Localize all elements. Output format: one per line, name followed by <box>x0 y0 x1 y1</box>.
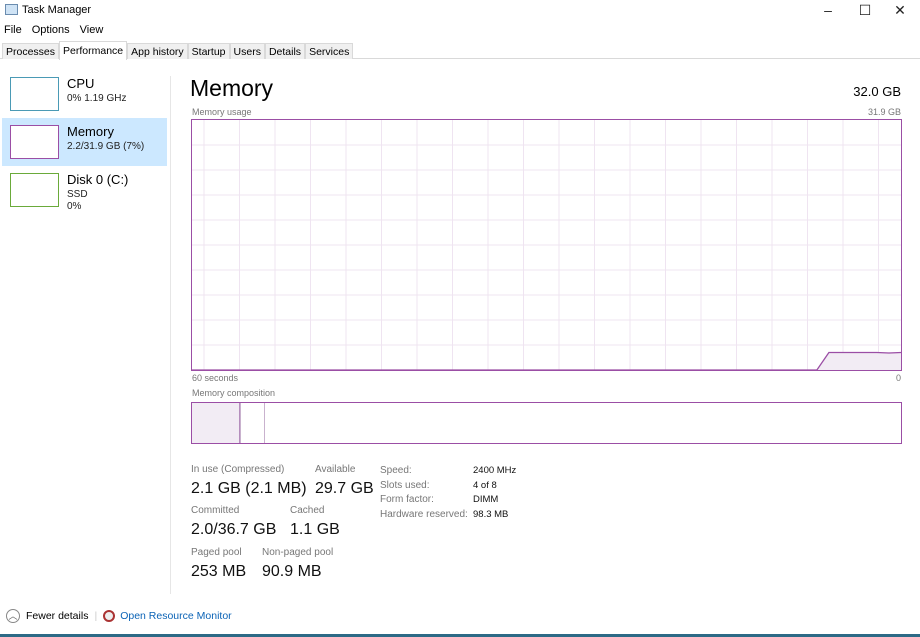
menu-view[interactable]: View <box>80 24 104 36</box>
minimize-button[interactable]: – <box>808 0 848 20</box>
separator: | <box>94 610 98 622</box>
in-use-value: 2.1 GB (2.1 MB) <box>191 480 307 497</box>
nonpaged-pool-value: 90.9 MB <box>262 563 322 580</box>
detail-value: DIMM <box>473 494 499 505</box>
tab-startup[interactable]: Startup <box>187 43 230 59</box>
sidebar-item-label: CPU <box>67 76 95 91</box>
usage-line <box>192 351 901 370</box>
usage-label: Memory usage <box>192 107 252 117</box>
time-right-label: 0 <box>895 373 901 383</box>
detail-key: Hardware reserved: <box>380 508 468 520</box>
app-icon <box>5 4 18 15</box>
open-resource-monitor-link[interactable]: Open Resource Monitor <box>120 610 231 622</box>
cached-label: Cached <box>290 505 325 516</box>
sidebar-item-detail: 2.2/31.9 GB (7%) <box>67 141 145 152</box>
in-use-label: In use (Compressed) <box>191 464 285 475</box>
detail-key: Speed: <box>380 465 412 476</box>
tab-app-history[interactable]: App history <box>127 43 188 59</box>
paged-pool-label: Paged pool <box>191 547 242 558</box>
page-title: Memory <box>190 75 274 101</box>
sidebar-item-detail: 0% <box>67 201 82 212</box>
usage-area <box>192 352 901 370</box>
sidebar-item-disk[interactable]: Disk 0 (C:) SSD 0% <box>2 166 167 214</box>
disk-thumbnail <box>10 173 59 207</box>
available-label: Available <box>315 464 356 475</box>
committed-label: Committed <box>191 505 240 516</box>
maximize-button[interactable]: ☐ <box>845 0 885 20</box>
window-title: Task Manager <box>22 4 92 16</box>
nonpaged-pool-label: Non-paged pool <box>262 547 334 558</box>
usage-graph-svg <box>192 120 901 370</box>
tab-bar: Processes Performance App history Startu… <box>0 41 920 60</box>
menu-bar: File Options View <box>4 24 103 36</box>
detail-key: Slots used: <box>380 479 430 491</box>
sidebar-item-label: Memory <box>67 124 114 139</box>
menu-file[interactable]: File <box>4 24 22 36</box>
usage-max: 31.9 GB <box>867 107 901 117</box>
chevron-up-icon[interactable]: ︿ <box>6 609 20 623</box>
committed-value: 2.0/36.7 GB <box>191 521 277 538</box>
close-button[interactable]: ✕ <box>880 0 920 20</box>
sidebar-item-detail: SSD <box>67 189 88 200</box>
fewer-details-button[interactable]: Fewer details <box>26 610 88 622</box>
tab-performance[interactable]: Performance <box>59 41 128 60</box>
detail-key: Form factor: <box>380 494 434 505</box>
memory-details: Speed: 2400 MHz Slots used: 4 of 8 Form fa… <box>380 464 516 522</box>
detail-value: 98.3 MB <box>473 508 509 520</box>
detail-value: 2400 MHz <box>473 465 517 476</box>
divider <box>170 76 171 594</box>
sidebar-item-label: Disk 0 (C:) <box>67 172 129 187</box>
sidebar-item-cpu[interactable]: CPU 0% 1.19 GHz <box>2 70 167 118</box>
paged-pool-value: 253 MB <box>191 563 247 580</box>
menu-options[interactable]: Options <box>32 24 70 36</box>
memory-thumbnail <box>10 125 59 159</box>
cached-value: 1.1 GB <box>290 521 340 538</box>
tab-processes[interactable]: Processes <box>2 43 60 59</box>
composition-label: Memory composition <box>192 388 276 398</box>
detail-value: 4 of 8 <box>473 479 497 491</box>
sidebar-item-detail: 0% 1.19 GHz <box>67 93 127 104</box>
composition-standby[interactable] <box>241 403 265 443</box>
footer: ︿ Fewer details | Open Resource Monitor <box>6 609 232 623</box>
resource-monitor-icon <box>103 610 116 622</box>
tab-services[interactable]: Services <box>305 43 354 59</box>
sidebar-item-memory[interactable]: Memory 2.2/31.9 GB (7%) <box>2 118 167 166</box>
tab-details[interactable]: Details <box>264 43 306 59</box>
time-left-label: 60 seconds <box>192 373 239 383</box>
memory-usage-graph <box>191 119 902 371</box>
total-memory: 32.0 GB <box>853 84 901 99</box>
available-value: 29.7 GB <box>315 480 374 497</box>
memory-composition-bar <box>191 402 902 444</box>
tab-users[interactable]: Users <box>229 43 265 59</box>
cpu-thumbnail <box>10 77 59 111</box>
composition-in-use[interactable] <box>192 403 240 443</box>
